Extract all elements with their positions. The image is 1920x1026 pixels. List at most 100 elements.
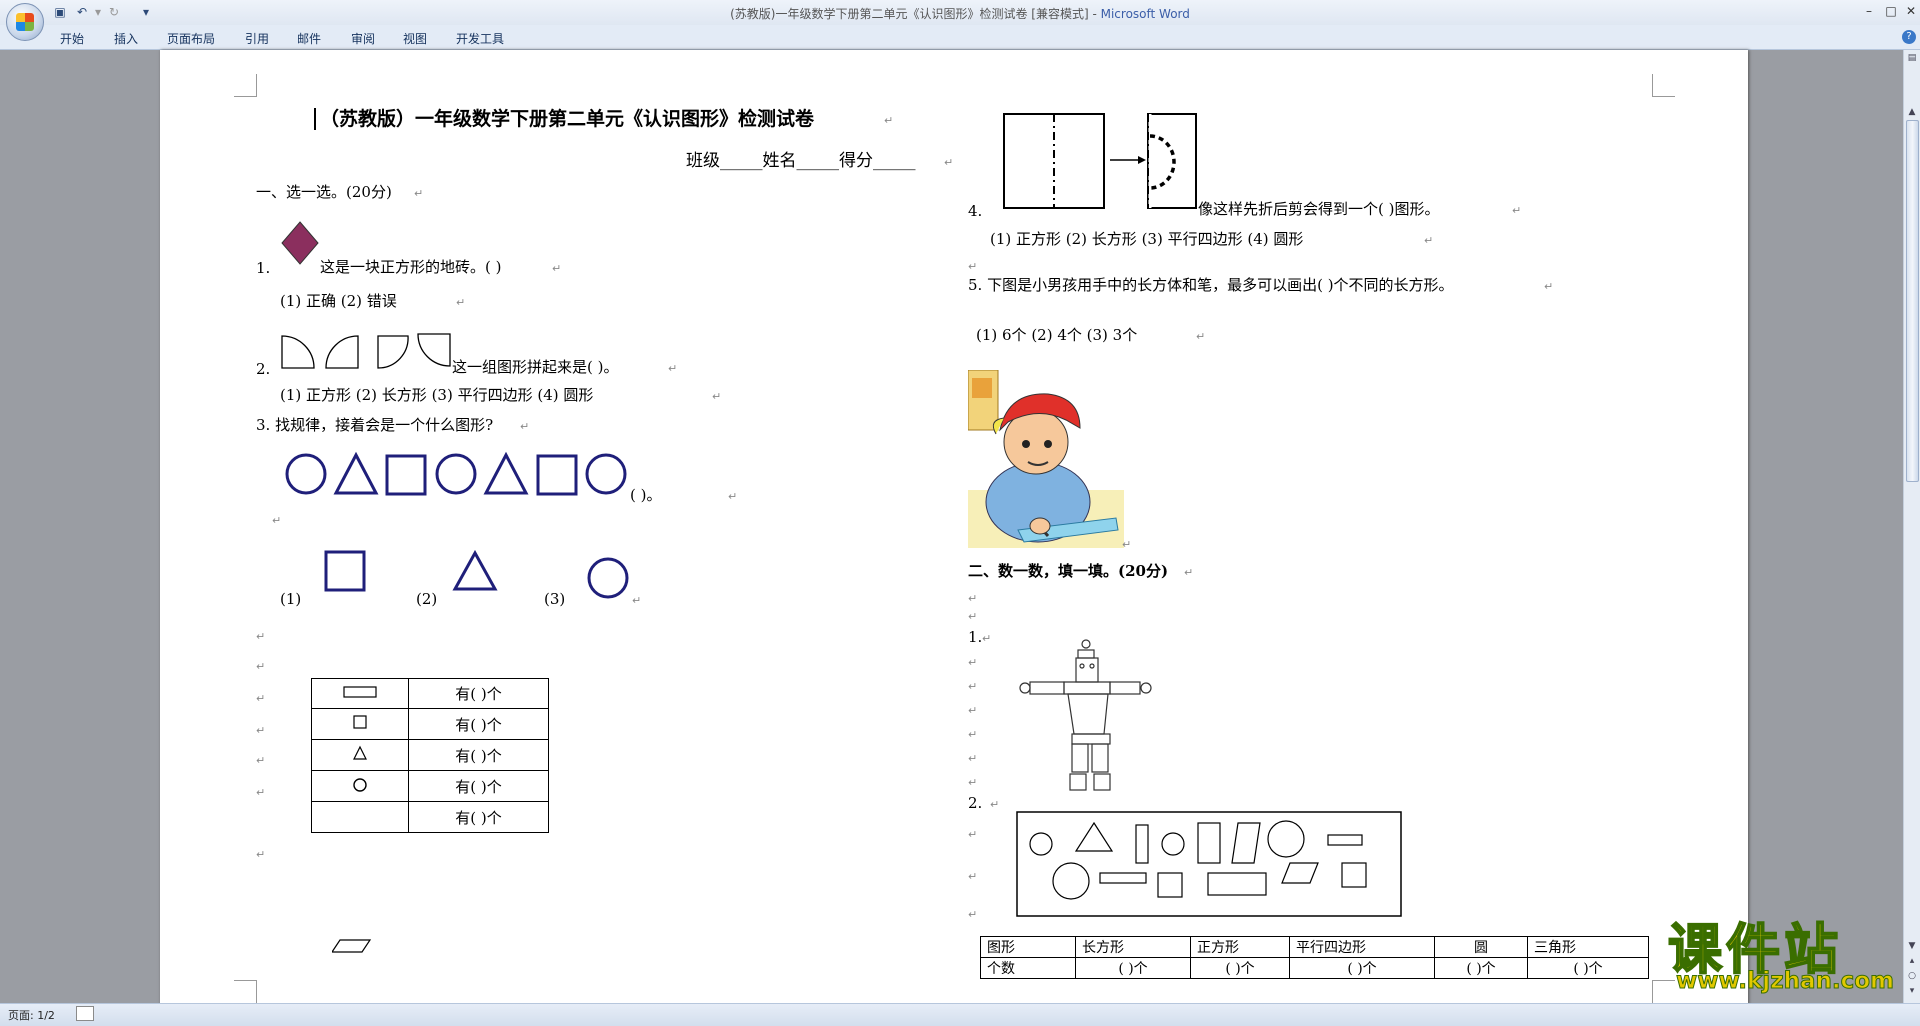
paragraph-mark: ↵ [712, 390, 722, 403]
table-header: 三角形 [1527, 936, 1649, 958]
browse-object-icon[interactable]: ○ [1905, 970, 1919, 982]
triangle-option-icon [452, 550, 498, 591]
table-cell-count[interactable]: 有( )个 [408, 678, 549, 709]
table-cell-shape [311, 801, 409, 833]
window-title: (苏教版)一年级数学下册第二单元《认识图形》检测试卷 [兼容模式] - Micr… [730, 7, 1190, 21]
paragraph-mark: ↵ [1544, 280, 1554, 293]
paragraph-mark: ↵ [968, 260, 978, 273]
table-header: 平行四边形 [1289, 936, 1435, 958]
s2-q2-number: 2. [968, 794, 983, 812]
boy-drawing-illustration [968, 370, 1124, 548]
table-cell[interactable]: ( )个 [1289, 957, 1435, 979]
table-cell-count[interactable]: 有( )个 [408, 739, 549, 771]
q2-options: (1) 正方形 (2) 长方形 (3) 平行四边形 (4) 圆形 [280, 386, 594, 404]
status-page-number[interactable]: 页面: 1/2 [8, 1007, 55, 1023]
paragraph-mark: ↵ [728, 490, 738, 503]
square-option-icon [324, 550, 366, 592]
tab-references[interactable]: 引用 [245, 30, 269, 47]
paragraph-mark: ↵ [632, 594, 642, 607]
document-page[interactable] [160, 50, 1748, 1005]
paragraph-mark: ↵ [968, 870, 978, 883]
paragraph-mark: ↵ [968, 610, 978, 623]
tab-insert[interactable]: 插入 [114, 30, 138, 47]
q1-number: 1. [256, 259, 271, 277]
paragraph-mark: ↵ [256, 724, 266, 737]
next-page-icon[interactable]: ▾ [1905, 985, 1919, 997]
maximize-icon[interactable]: □ [1880, 2, 1902, 20]
shape-pattern-sequence [285, 451, 627, 496]
paragraph-mark: ↵ [256, 786, 266, 799]
q2-text: 这一组图形拼起来是( )。 [452, 358, 619, 376]
paragraph-mark: ↵ [968, 908, 978, 921]
tab-developer[interactable]: 开发工具 [456, 30, 504, 47]
circle-icon [353, 778, 367, 792]
status-bar [0, 1003, 1920, 1026]
q3-answer-blank: ( )。 [630, 486, 662, 504]
scroll-thumb[interactable] [1906, 120, 1919, 482]
tab-page-layout[interactable]: 页面布局 [167, 30, 215, 47]
table-cell[interactable]: ( )个 [1190, 957, 1290, 979]
tab-review[interactable]: 审阅 [351, 30, 375, 47]
paragraph-mark: ↵ [968, 656, 978, 669]
minimize-icon[interactable]: – [1858, 2, 1880, 20]
table-header: 长方形 [1075, 936, 1191, 958]
proofing-status-icon[interactable] [76, 1006, 94, 1021]
table-cell-count[interactable]: 有( )个 [408, 708, 549, 740]
table-header: 圆 [1434, 936, 1528, 958]
paragraph-mark: ↵ [1512, 204, 1522, 217]
q3-text: 3. 找规律，接着会是一个什么图形? [256, 416, 494, 434]
table-cell[interactable]: ( )个 [1434, 957, 1528, 979]
shape-tally-table: 图形 长方形 正方形 平行四边形 圆 三角形 个数 ( )个 ( )个 ( )个… [980, 936, 1649, 979]
paragraph-mark: ↵ [1122, 538, 1132, 551]
tab-view[interactable]: 视图 [403, 30, 427, 47]
tab-home[interactable]: 开始 [60, 30, 84, 47]
office-logo-icon [16, 13, 34, 31]
triangle-icon [353, 745, 367, 760]
paragraph-mark: ↵ [552, 262, 562, 275]
paragraph-mark: ↵ [1196, 330, 1206, 343]
paragraph-mark: ↵ [968, 592, 978, 605]
paragraph-mark: ↵ [668, 362, 678, 375]
watermark-url: www.kjzhan.com [1676, 968, 1895, 995]
table-cell[interactable]: ( )个 [1527, 957, 1649, 979]
q4-number: 4. [968, 202, 983, 220]
scroll-up-icon[interactable]: ▲ [1905, 106, 1919, 118]
doc-title: （苏教版）一年级数学下册第二单元《认识图形》检测试卷 [320, 108, 815, 130]
table-cell-shape [311, 770, 409, 802]
q1-text: 这是一块正方形的地砖。( ) [320, 258, 502, 276]
paragraph-mark: ↵ [256, 630, 266, 643]
ruler-toggle-icon[interactable]: ▤ [1905, 52, 1919, 64]
quarter-circle-pieces-icon [281, 333, 451, 369]
ribbon [0, 25, 1920, 50]
q4-text: 像这样先折后剪会得到一个( )图形。 [1198, 200, 1440, 218]
table-header: 图形 [980, 936, 1076, 958]
fold-and-cut-figure [1003, 113, 1197, 209]
paragraph-mark: ↵ [968, 828, 978, 841]
s2-q1-number: 1. [968, 628, 983, 646]
q4-options: (1) 正方形 (2) 长方形 (3) 平行四边形 (4) 圆形 [990, 230, 1304, 248]
paragraph-mark: ↵ [520, 420, 530, 433]
close-icon[interactable]: ✕ [1900, 2, 1920, 20]
mixed-shapes-box [1016, 811, 1402, 917]
crop-mark [234, 980, 257, 1003]
paragraph-mark: ↵ [256, 848, 266, 861]
table-cell-count[interactable]: 有( )个 [408, 770, 549, 802]
paragraph-mark: ↵ [968, 776, 978, 789]
paragraph-mark: ↵ [414, 187, 424, 200]
scroll-down-icon[interactable]: ▼ [1905, 940, 1919, 952]
table-cell-shape [311, 678, 409, 709]
tab-mailings[interactable]: 邮件 [297, 30, 321, 47]
table-cell[interactable]: ( )个 [1075, 957, 1191, 979]
crop-mark [1652, 980, 1675, 1003]
help-icon[interactable]: ? [1902, 30, 1916, 44]
q5-options: (1) 6个 (2) 4个 (3) 3个 [976, 326, 1138, 344]
previous-page-icon[interactable]: ▴ [1905, 955, 1919, 967]
office-button[interactable] [6, 3, 44, 41]
table-cell-count[interactable]: 有( )个 [408, 801, 549, 833]
q3-option-3-label: (3) [544, 590, 566, 608]
paragraph-mark: ↵ [982, 632, 992, 645]
crop-mark [234, 74, 257, 97]
q1-options: (1) 正确 (2) 错误 [280, 292, 397, 310]
paragraph-mark: ↵ [968, 680, 978, 693]
table-cell-shape [311, 708, 409, 740]
